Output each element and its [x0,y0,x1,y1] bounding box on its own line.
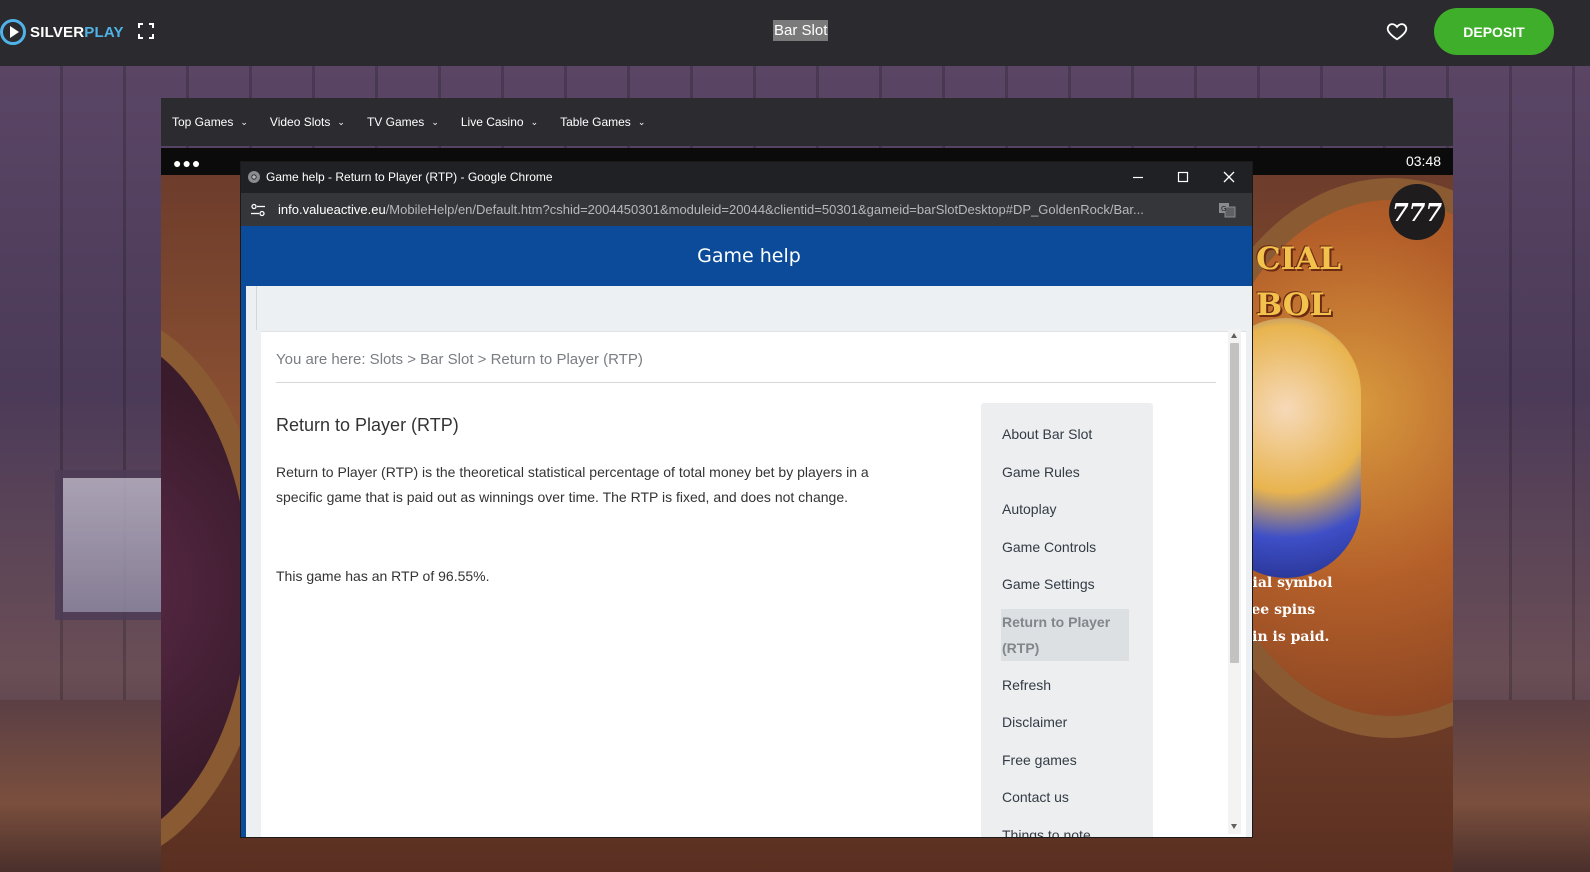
nav-item-label: TV Games [366,115,425,129]
game-clock: 03:48 [1405,153,1441,169]
game-title-line: BOL [1256,287,1332,323]
chevron-down-icon: ⌄ [530,116,539,127]
help-subbar [256,286,1252,330]
scroll-down-icon[interactable] [1231,824,1237,829]
nav-item-label: Table Games [560,115,631,129]
game-menu-dots-icon[interactable]: ●●● [173,155,201,171]
game-title: Bar Slot [773,20,829,41]
sidenav-item-game-rules[interactable]: Game Rules [1002,462,1130,482]
game-special-symbol-text: cial symbol ree spins vin is paid. [1244,570,1332,651]
nav-item-top-games[interactable]: Top Games ⌄ [172,115,248,129]
site-header: SILVERPLAY Bar Slot DEPOSIT [0,0,1590,66]
help-content-panel: You are here: Slots > Bar Slot > Return … [261,331,1246,837]
sidenav-item-things-to-note[interactable]: Things to note [1002,825,1130,838]
badge-777: 777 [1389,184,1445,240]
svg-text:G: G [1221,205,1226,213]
nav-item-label: Live Casino [460,115,524,129]
help-popup-window: Game help - Return to Player (RTP) - Goo… [241,162,1252,837]
maximize-icon[interactable] [1176,170,1190,184]
logo-text-silver: SILVER [30,23,85,41]
page-heading: Return to Player (RTP) [276,415,459,435]
fullscreen-icon[interactable] [138,23,154,39]
sidenav-item-refresh[interactable]: Refresh [1002,675,1130,695]
rtp-description: Return to Player (RTP) is the theoretica… [276,464,869,505]
translate-icon[interactable]: G [1218,202,1236,218]
url-path: /MobileHelp/en/Default.htm?cshid=2004450… [385,202,1144,217]
logo-text: SILVERPLAY [30,24,124,41]
chevron-down-icon: ⌄ [240,116,248,127]
chrome-icon [248,171,260,183]
url-text[interactable]: info.valueactive.eu/MobileHelp/en/Defaul… [278,202,1144,217]
sidenav-item-free-games[interactable]: Free games [1002,750,1130,770]
window-title: Game help - Return to Player (RTP) - Goo… [266,170,553,184]
chevron-down-icon: ⌄ [637,116,646,127]
sidenav-item-autoplay[interactable]: Autoplay [1002,499,1130,519]
help-sidenav: About Bar Slot Game Rules Autoplay Game … [981,403,1153,837]
sidenav-item-rtp[interactable]: Return to Player (RTP) [1001,608,1129,661]
nav-item-video-slots[interactable]: Video Slots ⌄ [270,115,345,129]
sidenav-item-game-settings[interactable]: Game Settings [1002,574,1130,594]
nav-item-label: Video Slots [269,115,331,129]
help-body: You are here: Slots > Bar Slot > Return … [241,286,1252,837]
nav-item-table-games[interactable]: Table Games ⌄ [560,115,645,129]
game-text-line: cial symbol [1244,575,1333,591]
address-bar[interactable]: info.valueactive.eu/MobileHelp/en/Defaul… [241,193,1252,226]
help-header-title: Game help [697,245,801,267]
site-settings-icon[interactable] [250,203,266,217]
sidenav-item-contact-us[interactable]: Contact us [1002,787,1130,807]
game-text-line: vin is paid. [1244,629,1330,645]
scroll-up-icon[interactable] [1231,333,1237,338]
nav-item-live-casino[interactable]: Live Casino ⌄ [461,115,538,129]
heart-icon[interactable] [1386,20,1408,42]
sidenav-item-about[interactable]: About Bar Slot [1002,424,1130,444]
sidenav-item-game-controls[interactable]: Game Controls [1002,537,1130,557]
sidenav-item-disclaimer[interactable]: Disclaimer [1002,712,1130,732]
chevron-down-icon: ⌄ [431,116,439,127]
rtp-value-text: This game has an RTP of 96.55%. [276,568,490,584]
game-title-line: CIAL [1256,241,1342,277]
breadcrumb-divider [276,382,1216,383]
nav-item-label: Top Games [172,115,234,129]
content-scrollbar[interactable] [1228,329,1241,834]
game-text-line: ree spins [1244,602,1316,618]
game-special-symbol-title: CIAL BOL [1256,236,1341,328]
deposit-button[interactable]: DEPOSIT [1434,8,1554,55]
scroll-thumb[interactable] [1230,343,1239,663]
site-logo[interactable]: SILVERPLAY [0,18,124,46]
play-circle-icon [0,19,26,45]
category-nav: Top Games ⌄ Video Slots ⌄ TV Games ⌄ Live C… [161,98,1453,146]
url-domain: info.valueactive.eu [278,202,386,217]
chevron-down-icon: ⌄ [337,116,345,127]
breadcrumb: You are here: Slots > Bar Slot > Return … [276,351,643,368]
help-header: Game help [241,226,1252,286]
minimize-icon[interactable] [1131,170,1145,184]
close-icon[interactable] [1222,170,1236,184]
nav-item-tv-games[interactable]: TV Games ⌄ [367,115,439,129]
logo-text-play: PLAY [84,23,124,41]
window-titlebar[interactable]: Game help - Return to Player (RTP) - Goo… [241,162,1252,193]
